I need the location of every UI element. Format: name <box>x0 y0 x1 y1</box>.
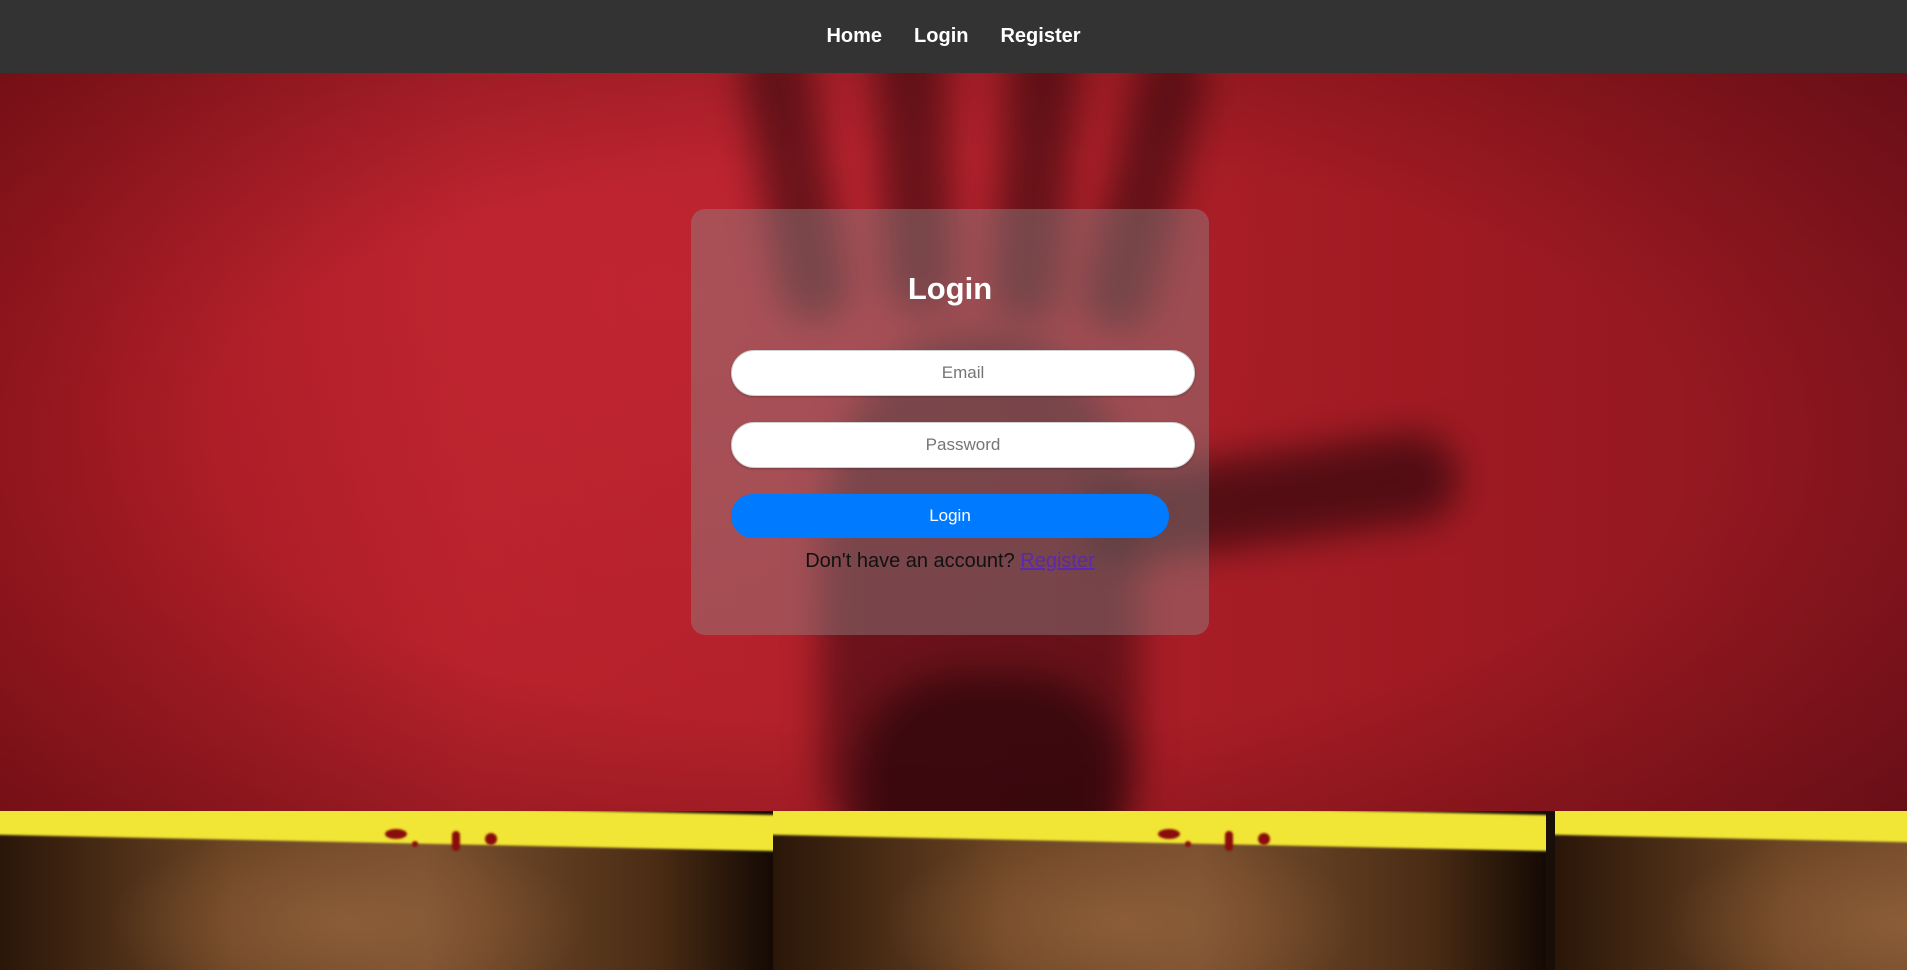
login-card: Login Login Don't have an account? Regis… <box>691 209 1209 635</box>
login-title: Login <box>907 271 993 306</box>
nav-link-register[interactable]: Register <box>1000 25 1080 48</box>
crime-scene-strip <box>0 811 1907 970</box>
email-input[interactable] <box>731 350 1195 396</box>
caution-tape <box>1555 811 1907 852</box>
crime-scene-tile <box>0 811 773 970</box>
register-prompt-line: Don't have an account? Register <box>691 550 1209 573</box>
register-link[interactable]: Register <box>1020 550 1094 572</box>
crime-scene-tile <box>1555 811 1907 970</box>
register-prompt-text: Don't have an account? <box>805 550 1015 572</box>
nav-link-home[interactable]: Home <box>826 25 882 48</box>
login-button[interactable]: Login <box>731 494 1169 538</box>
nav-link-login[interactable]: Login <box>914 25 968 48</box>
password-input[interactable] <box>731 422 1195 468</box>
hero-background: Login Login Don't have an account? Regis… <box>0 73 1907 811</box>
top-navbar: Home Login Register <box>0 0 1907 73</box>
crime-scene-tile <box>773 811 1546 970</box>
